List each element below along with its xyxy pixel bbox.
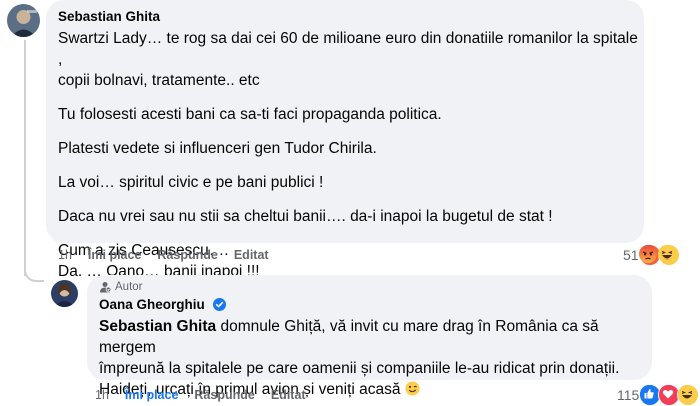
comment-bubble: Sebastian Ghita Swartzi Lady… te rog sa … — [46, 0, 644, 280]
comment-paragraph: La voi… spiritul civic e pe bani publici… — [58, 174, 324, 191]
like-button[interactable]: Îmi place — [88, 248, 142, 262]
reply-line: Sebastian Ghita domnule Ghiță, vă invit … — [99, 316, 649, 358]
author-badge: Autor — [99, 281, 143, 293]
thread-branch — [24, 262, 44, 282]
reply-line: împreună la spitalele pe care oamenii și… — [99, 360, 620, 377]
reply-bubble: Autor Oana Gheorghiu Sebastian Ghita dom… — [87, 275, 652, 398]
reaction-count: 51 — [623, 247, 639, 263]
reply-author-name[interactable]: Oana Gheorghiu — [99, 297, 226, 312]
mention-link[interactable]: Sebastian Ghita — [99, 318, 216, 335]
reply-author-avatar[interactable] — [51, 280, 78, 307]
reply-reactions[interactable]: 115 — [617, 384, 700, 406]
comment-actions: 1h Îmi place Răspunde Editat — [58, 248, 285, 262]
winking-face-emoji-icon — [405, 381, 420, 396]
comment-paragraph: Daca nu vrei sau nu stii sa cheltui bani… — [58, 208, 553, 225]
comment-paragraph: Tu folosesti acesti bani ca sa-ti faci p… — [58, 106, 442, 123]
reply-button[interactable]: Răspunde — [157, 248, 217, 262]
edited-label[interactable]: Editat — [234, 248, 269, 262]
reply-reply-button[interactable]: Răspunde — [194, 388, 254, 402]
comment-body: Swartzi Lady… te rog sa dai cei 60 de mi… — [58, 28, 638, 282]
comment-time[interactable]: 1h — [58, 248, 72, 262]
comment-paragraph: Swartzi Lady… te rog sa dai cei 60 de mi… — [58, 30, 638, 68]
comment-reactions[interactable]: 51 — [623, 244, 680, 266]
haha-reaction-icon — [657, 244, 680, 266]
reply-actions: 1h Îmi place Răspunde Editat — [95, 388, 322, 402]
commenter-avatar[interactable] — [7, 4, 40, 37]
verified-badge-icon — [212, 298, 226, 311]
reply-author-name-text[interactable]: Oana Gheorghiu — [99, 297, 205, 312]
thread-connector — [24, 40, 26, 276]
reply-time[interactable]: 1h — [95, 388, 109, 402]
comment-paragraph: copii bolnavi, tratamente.. etc — [58, 72, 260, 89]
author-badge-icon — [100, 282, 111, 293]
comment-author-name[interactable]: Sebastian Ghita — [58, 9, 160, 24]
reply-like-button[interactable]: Îmi place — [125, 388, 179, 402]
reply-edited-label[interactable]: Editat — [271, 388, 306, 402]
reply-reaction-count: 115 — [617, 387, 640, 403]
comment-paragraph: Platesti vedete si influenceri gen Tudor… — [58, 140, 377, 157]
haha-reaction-icon — [677, 384, 700, 406]
author-badge-label: Autor — [115, 281, 143, 293]
